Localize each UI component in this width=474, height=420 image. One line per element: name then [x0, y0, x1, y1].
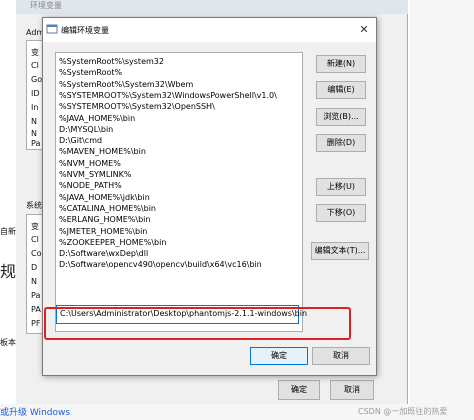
- list-scrollbar[interactable]: ▲ ▼: [302, 53, 303, 331]
- cancel-button[interactable]: 取消: [312, 347, 370, 365]
- left-settings-strip: 自新 规 板本: [0, 0, 16, 404]
- left-fragment: 规: [0, 262, 17, 281]
- system-section-label: 系统: [26, 201, 42, 210]
- left-fragment: 自新: [0, 227, 16, 236]
- red-highlight-annotation: [44, 307, 351, 340]
- user-var-fragment: N: [31, 129, 37, 138]
- path-entry[interactable]: %JMETER_HOME%\bin: [59, 226, 147, 237]
- system-var-fragment: Cl: [31, 235, 39, 244]
- user-var-fragment: Cl: [31, 61, 39, 70]
- path-entry[interactable]: D:\Software\opencv490\opencv\build\x64\v…: [59, 259, 262, 270]
- path-entry[interactable]: %JAVA_HOME%\jdk\bin: [59, 192, 150, 203]
- path-entry[interactable]: %ZOOKEEPER_HOME%\bin: [59, 237, 166, 248]
- user-var-fragment: Go: [31, 75, 43, 84]
- user-var-fragment: N: [31, 117, 37, 126]
- system-var-fragment: Co: [31, 249, 42, 258]
- path-entry[interactable]: %NODE_PATH%: [59, 180, 122, 191]
- path-entry[interactable]: %NVM_SYMLINK%: [59, 169, 131, 180]
- edit-environment-variable-dialog: 编辑环境变量 ✕ %SystemRoot%\system32 %SystemRo…: [42, 17, 377, 376]
- upgrade-windows-link[interactable]: 或升级 Windows: [0, 405, 70, 418]
- user-var-fragment: In: [31, 103, 39, 112]
- path-entry[interactable]: D:\Software\wxDep\dll: [59, 248, 148, 259]
- watermark: CSDN @一加既往的热爱: [358, 407, 448, 416]
- left-fragment: 板本: [0, 338, 16, 347]
- system-var-fragment: PF: [31, 319, 41, 328]
- path-entry[interactable]: %JAVA_HOME%\bin: [59, 113, 135, 124]
- move-down-button[interactable]: 下移(O): [316, 204, 366, 222]
- path-entry[interactable]: %ERLANG_HOME%\bin: [59, 214, 150, 225]
- system-var-fragment: Pa: [31, 291, 41, 300]
- dialog-titlebar: 编辑环境变量 ✕: [43, 18, 376, 42]
- edit-button[interactable]: 编辑(E): [316, 81, 366, 99]
- ok-button[interactable]: 确定: [250, 347, 308, 365]
- new-button[interactable]: 新建(N): [316, 55, 366, 73]
- edit-text-button[interactable]: 编辑文本(T)...: [311, 242, 369, 260]
- system-var-fragment: PA: [31, 305, 41, 314]
- system-var-fragment: D: [31, 263, 38, 272]
- user-var-fragment: Pa: [31, 139, 41, 148]
- system-var-fragment: N: [31, 277, 37, 286]
- browse-button[interactable]: 浏览(B)...: [316, 108, 366, 126]
- settings-app-icon: [46, 24, 58, 34]
- path-entry[interactable]: %CATALINA_HOME%\bin: [59, 203, 156, 214]
- user-var-fragment: ID: [31, 89, 40, 98]
- dialog-title: 编辑环境变量: [61, 26, 109, 35]
- path-entry[interactable]: D:\Git\cmd: [59, 135, 102, 146]
- path-entry[interactable]: D:\MYSQL\bin: [59, 124, 113, 135]
- path-entry[interactable]: %SystemRoot%\system32: [59, 56, 164, 67]
- user-var-fragment: 变: [31, 48, 39, 57]
- bg-window-title: 环境变量: [0, 0, 408, 14]
- path-entry[interactable]: %SystemRoot%: [59, 67, 122, 78]
- close-icon[interactable]: ✕: [356, 22, 372, 38]
- path-entry[interactable]: %SystemRoot%\System32\Wbem: [59, 79, 193, 90]
- move-up-button[interactable]: 上移(U): [316, 178, 366, 196]
- right-background: [410, 0, 474, 404]
- path-entry[interactable]: %SYSTEMROOT%\System32\OpenSSH\: [59, 101, 215, 112]
- delete-button[interactable]: 删除(D): [316, 134, 366, 152]
- path-entry[interactable]: %SYSTEMROOT%\System32\WindowsPowerShell\…: [59, 90, 277, 101]
- bg-ok-button[interactable]: 确定: [278, 380, 320, 400]
- path-entries-list[interactable]: %SystemRoot%\system32 %SystemRoot% %Syst…: [55, 52, 303, 332]
- system-var-fragment: 变: [31, 222, 39, 231]
- path-entry[interactable]: %NVM_HOME%: [59, 158, 121, 169]
- path-entry[interactable]: %MAVEN_HOME%\bin: [59, 146, 146, 157]
- bg-cancel-button[interactable]: 取消: [330, 380, 374, 400]
